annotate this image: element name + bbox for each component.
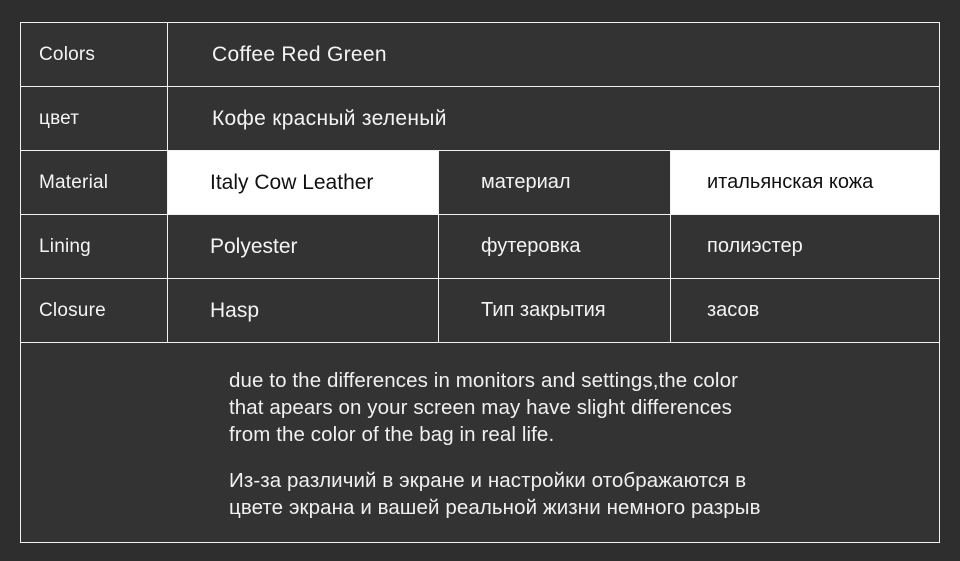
color-disclaimer: due to the differences in monitors and s… (229, 367, 761, 521)
table-row-lining: Lining Polyester футеровка полиэстер (21, 215, 939, 279)
row-value-material-en: Italy Cow Leather (168, 151, 439, 214)
disclaimer-en-line-1: due to the differences in monitors and s… (229, 369, 739, 392)
row-value-colors-ru: Кофе красный зеленый (168, 87, 939, 150)
table-row-closure: Closure Hasp Тип закрытия засов (21, 279, 939, 343)
disclaimer-en-line-2: that apears on your screen may have slig… (229, 396, 732, 419)
row-label-colors: Colors (21, 23, 168, 86)
disclaimer-ru-line-1: Из-за различий в экране и настройки отоб… (229, 469, 747, 492)
row-label-material-ru: материал (439, 151, 671, 214)
row-label-lining-ru: футеровка (439, 215, 671, 278)
disclaimer-en-line-3: from the color of the bag in real life. (229, 423, 555, 446)
row-label-closure: Closure (21, 279, 168, 342)
product-spec-panel: Colors Coffee Red Green цвет Кофе красны… (0, 0, 960, 561)
row-value-lining-en: Polyester (168, 215, 439, 278)
disclaimer-ru-line-2: цвете экрана и вашей реальной жизни немн… (229, 496, 761, 519)
table-row-material: Material Italy Cow Leather материал итал… (21, 151, 939, 215)
row-label-material: Material (21, 151, 168, 214)
row-value-closure-en: Hasp (168, 279, 439, 342)
row-value-lining-ru: полиэстер (671, 215, 939, 278)
specification-table: Colors Coffee Red Green цвет Кофе красны… (20, 22, 940, 543)
row-label-closure-ru: Тип закрытия (439, 279, 671, 342)
table-row-colors-ru: цвет Кофе красный зеленый (21, 87, 939, 151)
row-value-colors: Coffee Red Green (168, 23, 939, 86)
color-disclaimer-row: due to the differences in monitors and s… (21, 343, 939, 542)
row-label-lining: Lining (21, 215, 168, 278)
row-value-material-ru: итальянская кожа (671, 151, 939, 214)
row-label-colors-ru: цвет (21, 87, 168, 150)
table-row-colors: Colors Coffee Red Green (21, 23, 939, 87)
row-value-closure-ru: засов (671, 279, 939, 342)
